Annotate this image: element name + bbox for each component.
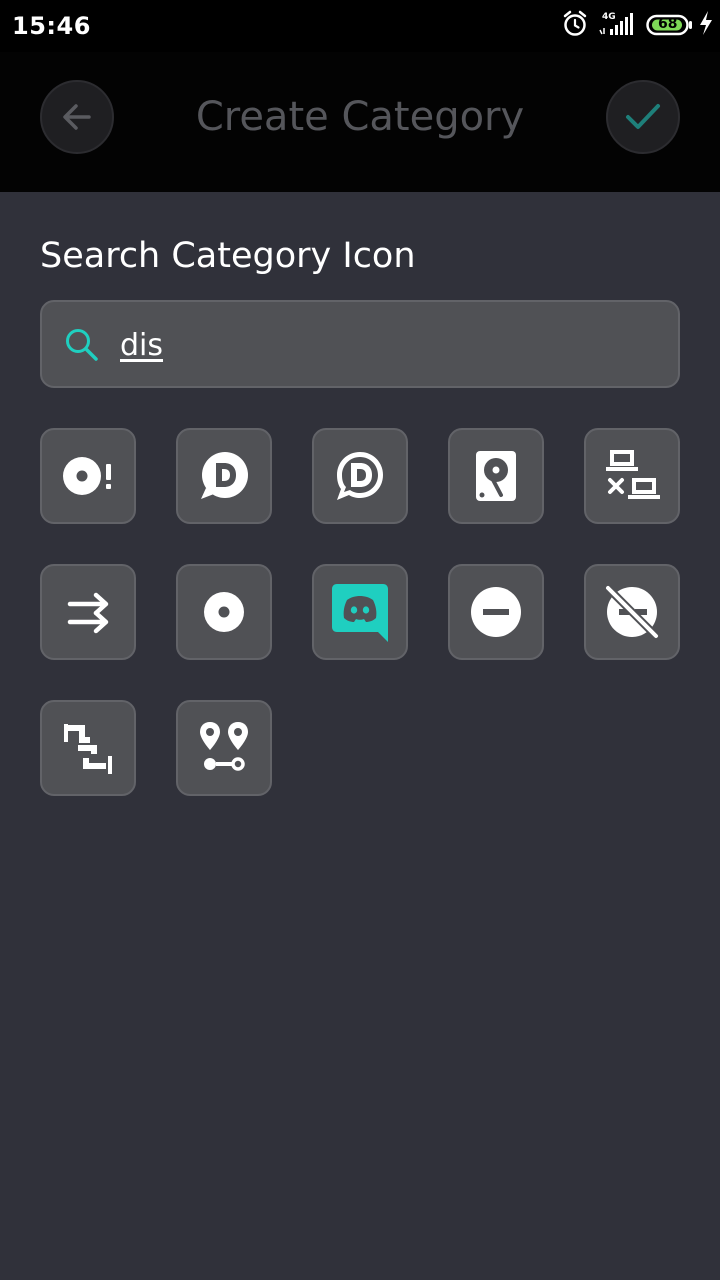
- network-label: 4G: [602, 12, 616, 22]
- map-marker-distance-icon: [200, 722, 248, 771]
- deviantart-d-filled-icon: [201, 452, 248, 499]
- icon-tile-harddisk[interactable]: [448, 428, 544, 524]
- swap-horizontal-icon: [67, 592, 109, 634]
- app-bar: Create Category: [0, 52, 720, 192]
- check-icon: [626, 104, 660, 129]
- alarm-icon: [563, 10, 587, 36]
- icon-tile-deviantart-filled[interactable]: [176, 428, 272, 524]
- pipe-disconnected-icon: [64, 724, 112, 774]
- icon-tile-lan-disconnect[interactable]: [584, 428, 680, 524]
- icon-tile-deviantart-outline[interactable]: [312, 428, 408, 524]
- disc-icon: [204, 592, 244, 632]
- battery-level: 68: [658, 16, 678, 32]
- search-section-label: Search Category Icon: [40, 236, 416, 276]
- icon-tile-minus-circle[interactable]: [448, 564, 544, 660]
- minus-circle-icon: [471, 587, 521, 637]
- eye-off-circle-icon: [605, 585, 659, 639]
- charging-icon: [700, 11, 712, 35]
- confirm-button[interactable]: [606, 80, 680, 154]
- disc-alert-icon: [63, 457, 111, 495]
- lan-disconnect-icon: [606, 450, 660, 499]
- search-icon: [66, 329, 98, 361]
- icon-tile-disc[interactable]: [176, 564, 272, 660]
- signal-4g-icon: 4G: [599, 12, 633, 35]
- harddisk-icon: [476, 451, 516, 501]
- deviantart-d-outline-icon: [337, 452, 383, 500]
- status-bar: 15:46 4G 68: [0, 0, 720, 52]
- discord-icon: [332, 584, 388, 642]
- icon-tile-discord[interactable]: [312, 564, 408, 660]
- search-input[interactable]: dis: [40, 300, 680, 388]
- icon-tile-pipe-disconnected[interactable]: [40, 700, 136, 796]
- icon-tile-swap-horizontal[interactable]: [40, 564, 136, 660]
- icon-tile-map-marker-distance[interactable]: [176, 700, 272, 796]
- search-value[interactable]: dis: [120, 328, 163, 363]
- icon-tile-disc-alert[interactable]: [40, 428, 136, 524]
- status-time: 15:46: [12, 12, 91, 40]
- icon-tile-eye-off-circle[interactable]: [584, 564, 680, 660]
